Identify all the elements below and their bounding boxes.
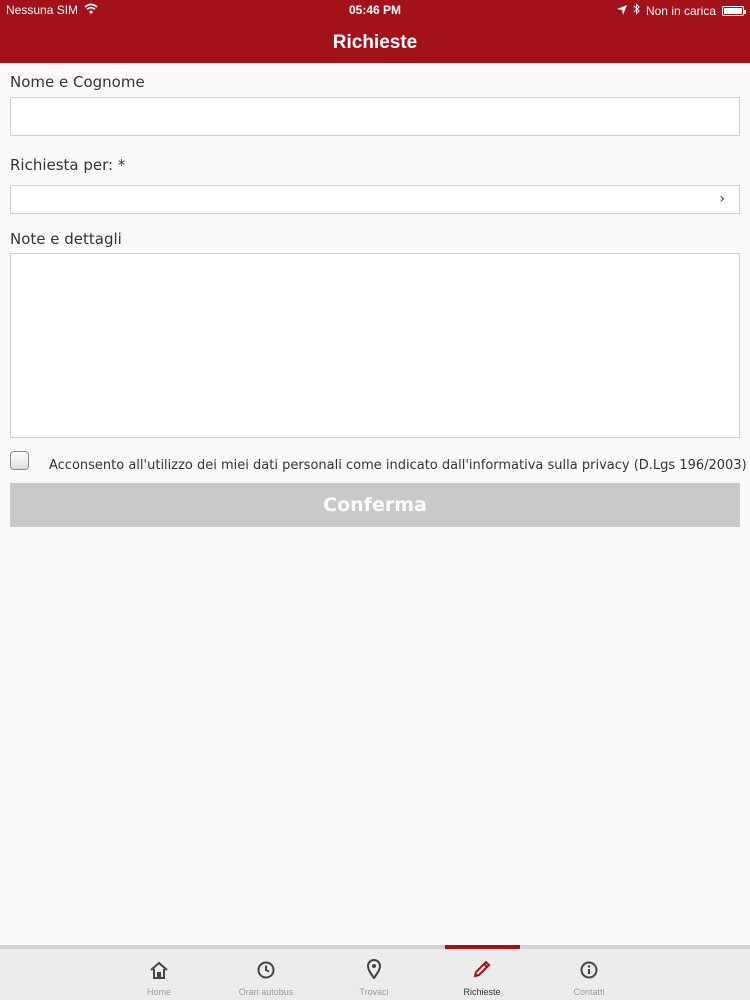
notes-label: Note e dettagli [10,230,122,248]
bluetooth-icon [633,3,640,18]
info-icon [544,949,634,979]
consent-checkbox[interactable] [10,451,29,470]
confirm-button[interactable]: Conferma [10,483,740,527]
chevron-right-icon: › [719,191,725,207]
location-pin-icon [329,949,419,979]
name-input[interactable] [11,98,739,135]
notes-field-wrapper [10,253,740,438]
battery-icon [722,5,746,16]
status-right: Non in carica [616,3,746,18]
notes-textarea[interactable] [11,254,739,437]
clock-icon [221,949,311,979]
request-select[interactable]: › [10,185,740,214]
tab-trovaci[interactable]: Trovaci [329,949,419,1000]
name-label: Nome e Cognome [10,73,145,91]
tab-contatti-label: Contatti [573,987,605,997]
consent-row: Acconsento all'utilizzo dei miei dati pe… [10,450,747,473]
location-arrow-icon [616,4,627,18]
status-bar: Nessuna SIM 05:46 PM Non in carica [0,0,750,22]
tab-bar: Home Orari autobus Trovaci Richieste Con… [0,945,750,1000]
pencil-icon [437,949,527,979]
consent-text: Acconsento all'utilizzo dei miei dati pe… [49,458,747,473]
nav-bar: Richieste [0,22,750,63]
tab-home-label: Home [146,987,171,997]
tab-trovaci-label: Trovaci [359,987,389,997]
tab-orari-label: Orari autobus [238,987,294,997]
tab-orari[interactable]: Orari autobus [221,949,311,1000]
charging-label: Non in carica [645,3,716,18]
tab-contatti[interactable]: Contatti [544,949,634,1000]
tab-richieste-label: Richieste [463,987,501,997]
request-label: Richiesta per: * [10,156,126,174]
page-title: Richieste [332,31,418,53]
tab-home[interactable]: Home [114,949,204,1000]
name-field-wrapper [10,97,740,136]
tab-richieste[interactable]: Richieste [437,949,527,1000]
home-icon [114,949,204,979]
